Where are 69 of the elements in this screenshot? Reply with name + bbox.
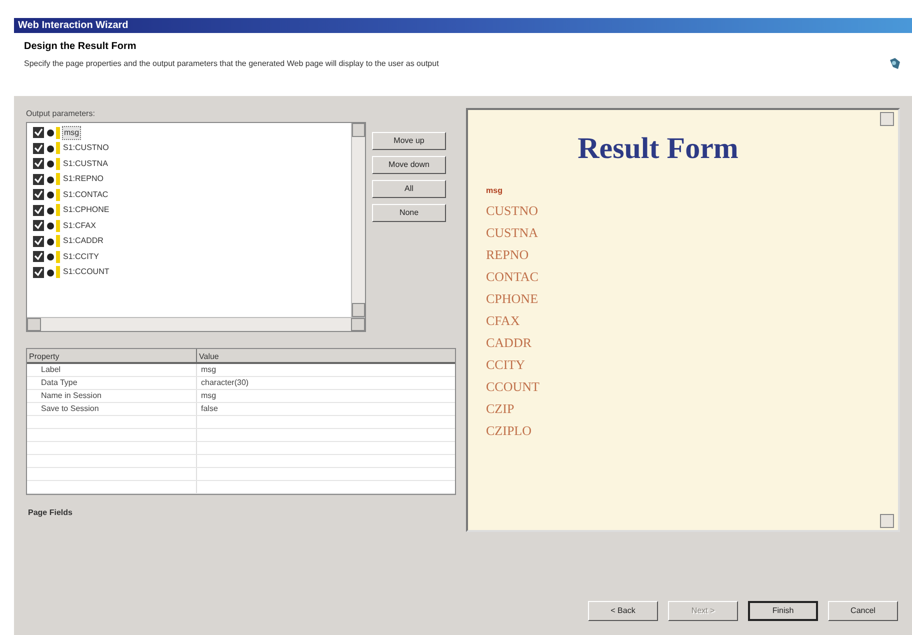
parameter-item[interactable]: S1:CUSTNA xyxy=(62,158,109,170)
field-type-icon xyxy=(46,142,60,154)
column-header[interactable]: Value xyxy=(197,349,455,362)
parameter-item[interactable]: S1:CCITY xyxy=(62,250,100,262)
field-type-icon xyxy=(46,204,60,216)
field-label: CUSTNA xyxy=(486,225,538,241)
field-type-icon xyxy=(46,250,60,262)
checkbox[interactable] xyxy=(33,174,44,184)
property-value: msg xyxy=(200,364,218,376)
field-type-icon xyxy=(46,235,60,247)
property-name: Label xyxy=(27,364,197,376)
list-button[interactable]: Move up xyxy=(372,132,446,150)
preview-title: Result Form xyxy=(578,131,738,167)
parameter-item[interactable]: S1:CONTAC xyxy=(62,188,110,200)
field-label: REPNO xyxy=(486,247,529,263)
field-label: CZIPLO xyxy=(486,423,532,439)
field-label: CPHONE xyxy=(486,291,538,307)
horizontal-scrollbar[interactable] xyxy=(27,317,365,331)
property-value: false xyxy=(200,403,219,415)
checkbox[interactable] xyxy=(33,142,44,154)
parameter-item[interactable]: S1:REPNO xyxy=(62,173,104,185)
wizard-button[interactable]: Finish xyxy=(748,601,818,621)
page-description: Specify the page properties and the output parameters that the generated Web page will display to the user as output xyxy=(24,58,439,70)
field-type-icon xyxy=(46,126,60,138)
list-button[interactable]: None xyxy=(372,204,446,222)
checkbox[interactable] xyxy=(33,127,44,138)
field-type-icon xyxy=(46,266,60,278)
list-button[interactable]: All xyxy=(372,180,446,198)
field-type-icon xyxy=(46,188,60,200)
field-type-icon xyxy=(46,158,60,170)
vertical-scrollbar[interactable] xyxy=(351,123,365,317)
field-type-icon xyxy=(46,173,60,185)
field-label: CONTAC xyxy=(486,269,538,285)
list-button[interactable]: Move down xyxy=(372,156,446,174)
parameter-item[interactable]: S1:CFAX xyxy=(62,220,97,232)
wizard-button[interactable]: < Back xyxy=(588,601,658,621)
checkbox[interactable] xyxy=(33,158,44,169)
field-label: msg xyxy=(486,185,502,197)
property-name: Save to Session xyxy=(27,403,197,415)
checkbox[interactable] xyxy=(33,251,44,262)
property-value: character(30) xyxy=(200,377,250,389)
property-name: Name in Session xyxy=(27,390,197,402)
field-label: CCOUNT xyxy=(486,379,540,395)
list-label: Output parameters: xyxy=(26,108,96,120)
page-tab[interactable]: Page Fields xyxy=(26,505,74,521)
field-label: CCITY xyxy=(486,357,525,373)
checkbox[interactable] xyxy=(33,204,44,216)
parameter-item[interactable]: S1:CUSTNO xyxy=(62,142,110,154)
column-header[interactable]: Property xyxy=(27,349,197,362)
field-type-icon xyxy=(46,220,60,232)
parameter-item[interactable]: S1:CCOUNT xyxy=(62,266,110,278)
window-title: Web Interaction Wizard xyxy=(18,19,128,33)
checkbox[interactable] xyxy=(33,189,44,200)
property-name: Data Type xyxy=(27,377,197,389)
checkbox[interactable] xyxy=(33,220,44,231)
checkbox[interactable] xyxy=(33,266,44,278)
field-label: CUSTNO xyxy=(486,203,538,219)
checkbox[interactable] xyxy=(33,236,44,246)
field-label: CADDR xyxy=(486,335,532,351)
wizard-icon xyxy=(888,57,902,71)
wizard-button[interactable]: Cancel xyxy=(828,601,898,621)
parameter-item[interactable]: msg xyxy=(62,126,82,140)
parameter-item[interactable]: S1:CADDR xyxy=(62,235,104,247)
parameter-item[interactable]: S1:CPHONE xyxy=(62,204,110,216)
field-label: CZIP xyxy=(486,401,514,417)
preview-scrollbar[interactable] xyxy=(880,112,894,528)
property-value: msg xyxy=(200,390,218,402)
page-heading: Design the Result Form xyxy=(24,40,138,54)
field-label: CFAX xyxy=(486,313,520,329)
